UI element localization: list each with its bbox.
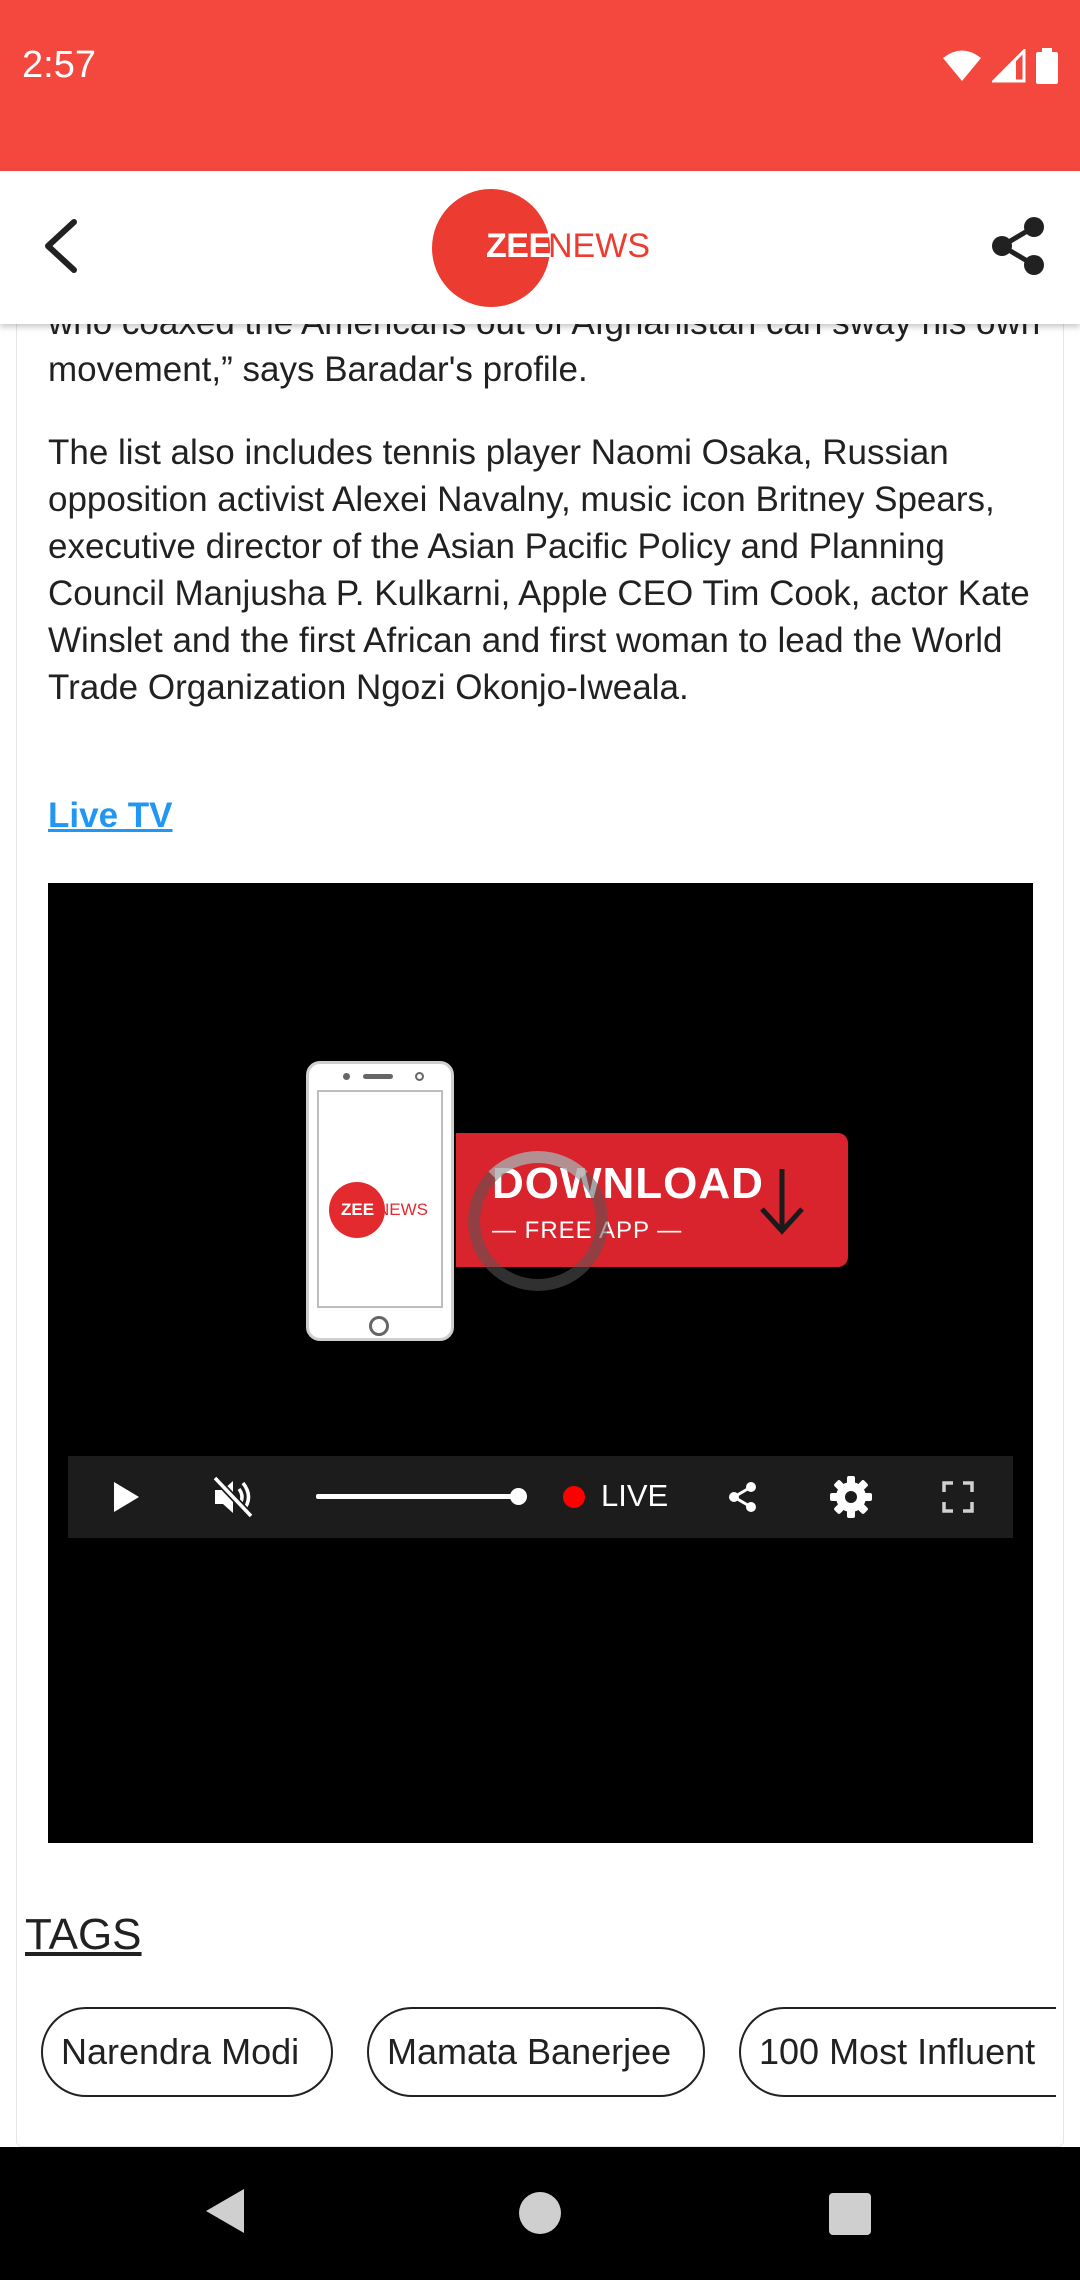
- tags-heading: TAGS: [25, 1910, 142, 1959]
- volume-muted-icon: [212, 1476, 254, 1518]
- system-nav-bar: [0, 2147, 1080, 2280]
- volume-slider-track[interactable]: [316, 1494, 516, 1499]
- phone-speaker: [363, 1074, 393, 1079]
- share-icon: [992, 217, 1044, 275]
- play-button[interactable]: [98, 1456, 154, 1538]
- zee-news-logo[interactable]: ZEE NEWS: [432, 189, 652, 307]
- tag-chip[interactable]: Narendra Modi: [41, 2007, 333, 2097]
- share-icon: [729, 1482, 756, 1512]
- app-bar: ZEE NEWS: [0, 171, 1080, 324]
- mini-logo-news: NEWS: [377, 1200, 428, 1219]
- nav-home-icon[interactable]: [519, 2192, 561, 2234]
- gear-icon: [830, 1476, 872, 1518]
- settings-button[interactable]: [821, 1456, 881, 1538]
- volume-slider-handle[interactable]: [510, 1488, 527, 1505]
- tags-list[interactable]: Narendra Modi Mamata Banerjee 100 Most I…: [40, 2007, 1056, 2099]
- phone-screen: ZEE NEWS: [317, 1090, 443, 1308]
- status-icons: [942, 48, 1058, 84]
- phone-camera: [343, 1073, 350, 1080]
- wifi-icon: [943, 50, 981, 81]
- mini-zee-news-logo: ZEE NEWS: [329, 1182, 439, 1238]
- tag-chip[interactable]: Mamata Banerjee: [367, 2007, 705, 2097]
- logo-zee-text: ZEE: [486, 227, 551, 265]
- video-player[interactable]: DOWNLOAD — FREE APP — ZEE NEWS LIVE: [48, 883, 1033, 1843]
- back-button[interactable]: [30, 211, 90, 281]
- logo-news-text: NEWS: [548, 227, 650, 265]
- phone-illustration: ZEE NEWS: [306, 1061, 454, 1341]
- play-icon: [114, 1482, 139, 1512]
- live-indicator-dot: [563, 1486, 585, 1508]
- fullscreen-icon: [942, 1481, 974, 1513]
- download-arrow-icon: [760, 1169, 804, 1235]
- mini-logo-zee: ZEE: [341, 1200, 375, 1219]
- share-button[interactable]: [988, 215, 1050, 277]
- video-share-button[interactable]: [718, 1456, 768, 1538]
- battery-icon: [1036, 48, 1058, 84]
- phone-home-button: [369, 1316, 389, 1336]
- mute-button[interactable]: [203, 1456, 265, 1538]
- back-arrow-icon: [45, 219, 77, 273]
- live-label: LIVE: [601, 1478, 669, 1513]
- signal-icon: [992, 49, 1026, 83]
- fullscreen-button[interactable]: [930, 1456, 986, 1538]
- tag-chip[interactable]: 100 Most Influent: [739, 2007, 1056, 2097]
- video-controls: LIVE: [68, 1456, 1013, 1538]
- nav-back-icon[interactable]: [204, 2187, 246, 2235]
- status-time: 2:57: [22, 44, 96, 86]
- nav-recents-icon[interactable]: [829, 2193, 871, 2235]
- article-paragraph: The list also includes tennis player Nao…: [48, 433, 1030, 707]
- status-bar: 2:57: [0, 0, 1080, 171]
- phone-sensor: [415, 1072, 424, 1081]
- loading-spinner: [468, 1151, 608, 1291]
- live-tv-link[interactable]: Live TV: [48, 796, 172, 836]
